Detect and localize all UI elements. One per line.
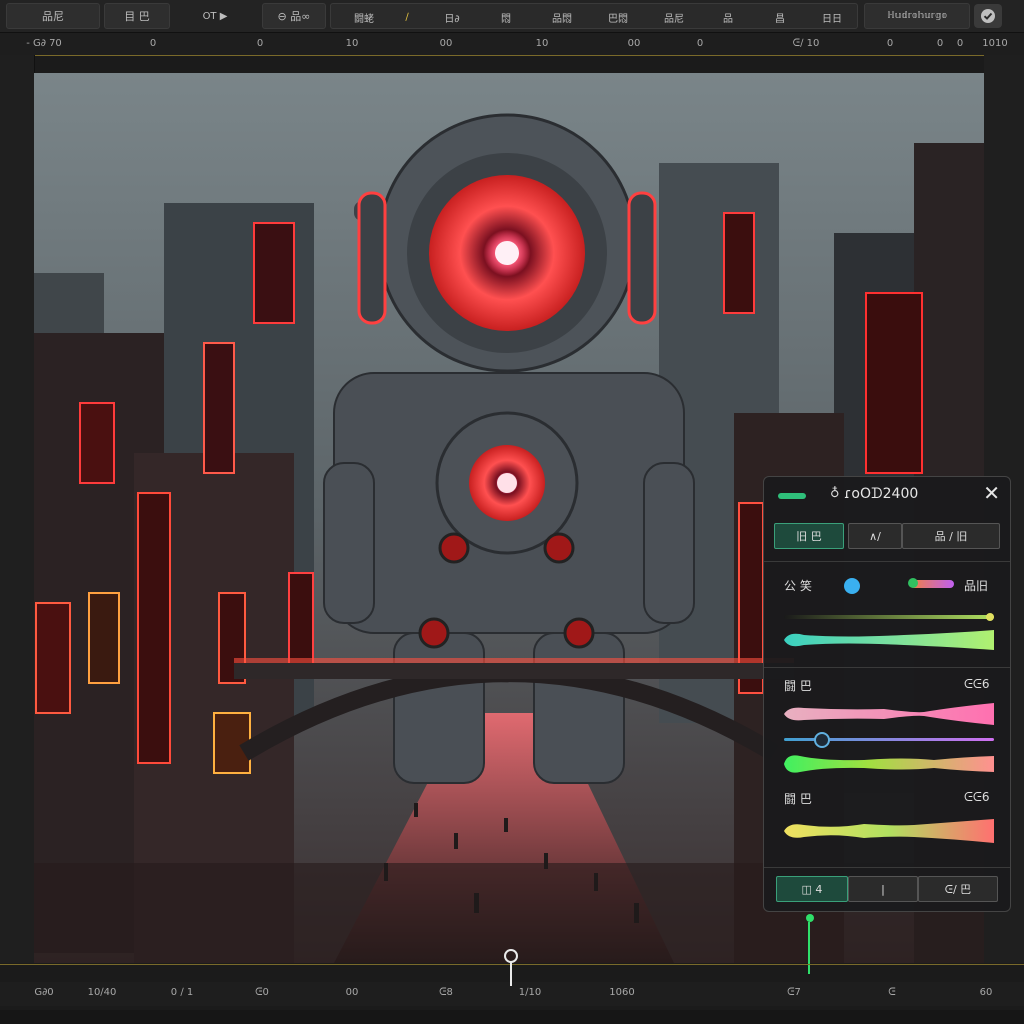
top-toolbar: 品尼 目 巴 OT ▶ ⊖ 品∞ 闘蛯 ∕ 日∂ 悶 品悶 巴悶 品尼 品 昌 …: [0, 0, 1024, 33]
toolbar-button-4-label: ⊖ 品∞: [277, 10, 311, 23]
ruler-tick: ᕮ∕ 10: [792, 38, 820, 49]
tab-1[interactable]: 旧 巴: [774, 523, 844, 549]
ruler-tick: ᕮ0: [255, 987, 269, 998]
tab-3-label: 品 ∕ 旧: [934, 530, 968, 543]
tool-2-label: ∕: [405, 11, 409, 23]
playhead-icon[interactable]: [502, 944, 520, 988]
toolbar-button-2[interactable]: 目 巴: [104, 3, 170, 29]
ruler-tick: 0: [256, 38, 264, 49]
tool-10-label: 日日: [822, 13, 842, 25]
ruler-tick: 0: [149, 38, 157, 49]
tool-5-label: 品悶: [552, 13, 572, 25]
tool-7-label: 品尼: [664, 13, 684, 25]
top-ruler: - G∂ 70 0 0 10 00 10 00 0 ᕮ∕ 10 0 0 0 10…: [0, 33, 1024, 55]
ruler-tick: 0: [936, 38, 944, 49]
section3-label: 闘 巴: [784, 792, 812, 806]
ruler-tick: 0: [696, 38, 704, 49]
ruler-divider: [0, 55, 1024, 56]
ruler-tick: 00: [627, 38, 641, 49]
close-icon[interactable]: ✕: [983, 481, 1000, 505]
tool-1[interactable]: 闘蛯: [341, 4, 387, 30]
tool-4-label: 悶: [501, 13, 511, 25]
hue-slider-knob[interactable]: [908, 578, 918, 588]
gradient-slider-1-knob[interactable]: [986, 613, 994, 621]
ruler-tick: - G∂ 70: [26, 38, 62, 49]
tab-3[interactable]: 品 ∕ 旧: [902, 523, 1000, 549]
color-grading-panel: ♁ ɾoOᗪ2400 ✕ 旧 巴 ∧∕ 品 ∕ 旧 公 笑 品旧 闘 巴 ᕮᕮ6…: [763, 476, 1011, 912]
tool-8-label: 品: [723, 13, 733, 25]
tool-9[interactable]: 昌: [757, 4, 803, 30]
toolbar-button-2-label: 目 巴: [124, 10, 150, 23]
ruler-tick: 1060: [609, 987, 635, 998]
tool-6[interactable]: 巴悶: [593, 4, 643, 30]
ruler-tick: ᕮ8: [439, 987, 453, 998]
tool-2[interactable]: ∕: [393, 4, 421, 30]
ruler-tick: 0: [956, 38, 964, 49]
gradient-curve-2[interactable]: [784, 701, 994, 727]
ruler-tick: 1∕10: [518, 987, 542, 998]
toolbar-button-1[interactable]: 品尼: [6, 3, 100, 29]
search-field-text: ℍ𝕦𝕕𝕣𝕠𝕙𝕦𝕣𝕘𝕠: [886, 11, 948, 21]
section2-label: 闘 巴: [784, 679, 812, 693]
divider: [764, 667, 1010, 668]
ruler-tick: G∂0: [34, 987, 54, 998]
gradient-curve-3[interactable]: [784, 751, 994, 777]
ruler-tick: 10: [535, 38, 549, 49]
footer-button-1-label: ◫ 4: [801, 882, 823, 896]
tool-10[interactable]: 日日: [809, 4, 855, 30]
ruler-tick: 0 ∕ 1: [170, 987, 194, 998]
play-button[interactable]: OT ▶: [180, 3, 250, 29]
ruler-tick: 10: [345, 38, 359, 49]
ruler-tick: 00: [439, 38, 453, 49]
ruler-tick: 0: [886, 38, 894, 49]
section2-value: ᕮᕮ6: [964, 677, 990, 691]
footer-button-2-label: |: [881, 882, 885, 896]
tab-2-label: ∧∕: [869, 529, 881, 543]
check-icon[interactable]: [974, 4, 1002, 28]
ruler-tick: ᕮ7: [787, 987, 801, 998]
play-button-label: OT ▶: [202, 10, 228, 22]
footer-button-1[interactable]: ◫ 4: [776, 876, 848, 902]
tool-3[interactable]: 日∂: [429, 4, 475, 30]
panel-accent-bar: [778, 493, 806, 499]
row1-value: 品旧: [964, 579, 989, 593]
footer-button-2[interactable]: |: [848, 876, 918, 902]
timeline-marker-line: [808, 922, 810, 974]
tool-4[interactable]: 悶: [483, 4, 529, 30]
footer-button-3[interactable]: ᕮ∕ 巴: [918, 876, 998, 902]
section3-value: ᕮᕮ6: [964, 790, 990, 804]
timeline-marker[interactable]: [806, 914, 814, 922]
divider: [764, 561, 1010, 562]
panel-title: ɾoOᗪ2400: [844, 486, 919, 502]
gradient-curve-4[interactable]: [784, 817, 994, 845]
lock-icon: ♁: [830, 486, 840, 501]
tool-5[interactable]: 品悶: [537, 4, 587, 30]
ruler-tick: 10∕40: [87, 987, 117, 998]
footer-button-3-label: ᕮ∕ 巴: [944, 883, 972, 896]
search-field[interactable]: ℍ𝕦𝕕𝕣𝕠𝕙𝕦𝕣𝕘𝕠: [864, 3, 970, 29]
toolbar-tool-group: 闘蛯 ∕ 日∂ 悶 品悶 巴悶 品尼 品 昌 日日: [330, 3, 858, 29]
status-bar: [0, 1010, 1024, 1024]
tool-7[interactable]: 品尼: [649, 4, 699, 30]
divider: [764, 867, 1010, 868]
left-gutter: [0, 55, 35, 963]
toolbar-button-1-label: 品尼: [42, 10, 64, 23]
tool-9-label: 昌: [775, 13, 785, 25]
tool-3-label: 日∂: [444, 13, 460, 25]
ruler-tick: 1010: [982, 38, 1008, 49]
tab-1-label: 旧 巴: [796, 530, 822, 543]
gradient-slider-2-knob[interactable]: [814, 732, 830, 748]
color-swatch[interactable]: [844, 578, 860, 594]
row1-label: 公 笑: [784, 579, 812, 593]
tool-1-label: 闘蛯: [354, 13, 374, 25]
tab-2[interactable]: ∧∕: [848, 523, 902, 549]
tool-8[interactable]: 品: [705, 4, 751, 30]
gradient-curve-1[interactable]: [784, 627, 994, 653]
toolbar-button-4[interactable]: ⊖ 品∞: [262, 3, 326, 29]
ruler-tick: 60: [979, 987, 993, 998]
tool-6-label: 巴悶: [608, 13, 628, 25]
ruler-tick: 00: [345, 987, 359, 998]
ruler-tick: ᕮ: [888, 987, 896, 998]
gradient-slider-1[interactable]: [784, 615, 994, 619]
